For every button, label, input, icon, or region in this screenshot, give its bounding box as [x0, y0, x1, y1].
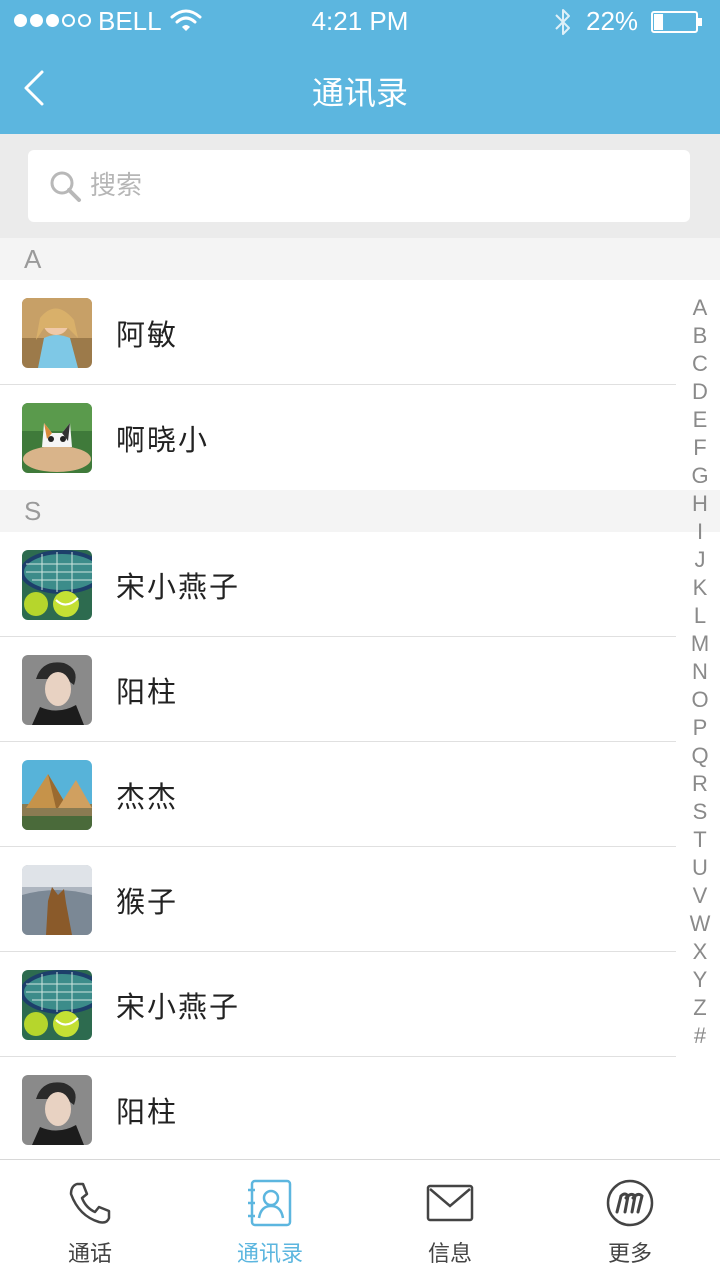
tab-messages[interactable]: 信息	[360, 1160, 540, 1280]
contact-list[interactable]: A 阿敏 啊晓小 S 宋小燕子 阳柱 杰杰 猴子 宋小燕子 阳柱	[0, 238, 720, 1160]
search-box[interactable]	[28, 150, 690, 222]
status-bar: BELL 4:21 PM 22%	[0, 0, 720, 44]
index-letter[interactable]: O	[691, 686, 708, 714]
contact-row[interactable]: 阿敏	[0, 280, 720, 385]
contact-row[interactable]: 啊晓小	[0, 385, 720, 490]
contact-row[interactable]: 阳柱	[0, 637, 720, 742]
kitten-photo-icon	[22, 402, 92, 473]
index-letter[interactable]: V	[693, 882, 708, 910]
tab-calls[interactable]: 通话	[0, 1160, 180, 1280]
tab-label: 通讯录	[236, 1242, 303, 1267]
index-letter[interactable]: F	[693, 434, 706, 462]
index-letter[interactable]: I	[697, 518, 703, 546]
portrait-photo-icon	[22, 1074, 92, 1145]
avatar	[22, 969, 92, 1040]
contact-row[interactable]: 宋小燕子	[0, 532, 720, 637]
index-letter[interactable]: N	[692, 658, 708, 686]
contact-row[interactable]: 阳柱	[0, 1057, 720, 1160]
contact-row[interactable]: 猴子	[0, 847, 720, 952]
index-letter[interactable]: A	[693, 294, 708, 322]
tab-more[interactable]: 更多	[540, 1160, 720, 1280]
avatar	[22, 297, 92, 368]
contacts-icon	[248, 1179, 292, 1227]
search-input[interactable]	[90, 156, 650, 216]
index-letter[interactable]: W	[690, 910, 711, 938]
index-letter[interactable]: C	[692, 350, 708, 378]
cat-photo-icon	[22, 864, 92, 935]
contact-name: 宋小燕子	[116, 989, 241, 1024]
portrait-photo-icon	[22, 654, 92, 725]
contact-row[interactable]: 杰杰	[0, 742, 720, 847]
alphabet-index[interactable]: A B C D E F G H I J K L M N O P Q R S T U V W X Y Z #	[684, 294, 716, 1050]
index-letter[interactable]: Z	[693, 994, 706, 1022]
nav-bar: 通讯录	[0, 44, 720, 134]
tab-label: 更多	[607, 1242, 652, 1267]
envelope-icon	[426, 1184, 474, 1222]
header: BELL 4:21 PM 22% 通讯录	[0, 0, 720, 134]
contact-name: 啊晓小	[116, 422, 210, 457]
avatar	[22, 654, 92, 725]
more-m-icon	[606, 1179, 654, 1227]
index-letter[interactable]: J	[695, 546, 706, 574]
index-letter[interactable]: G	[691, 462, 708, 490]
index-letter[interactable]: T	[693, 826, 706, 854]
index-letter[interactable]: L	[694, 602, 706, 630]
tab-label: 通话	[67, 1242, 112, 1267]
page-title: 通讯录	[311, 74, 408, 112]
section-header-a: A	[0, 238, 720, 280]
index-letter[interactable]: P	[693, 714, 708, 742]
pyramids-photo-icon	[22, 759, 92, 830]
index-letter[interactable]: M	[691, 630, 709, 658]
contact-name: 宋小燕子	[116, 569, 241, 604]
index-letter[interactable]: B	[693, 322, 708, 350]
search-icon	[50, 171, 81, 202]
contact-name: 阳柱	[116, 1094, 179, 1129]
contact-name: 猴子	[116, 884, 179, 919]
index-letter[interactable]: D	[692, 378, 708, 406]
contact-name: 杰杰	[116, 779, 179, 814]
index-letter[interactable]: Y	[693, 966, 708, 994]
avatar	[22, 1074, 92, 1145]
contact-row[interactable]: 宋小燕子	[0, 952, 720, 1057]
search-area	[0, 134, 720, 238]
index-letter[interactable]: Q	[691, 742, 708, 770]
battery-icon	[651, 11, 702, 33]
phone-icon	[69, 1182, 111, 1224]
avatar	[22, 759, 92, 830]
contact-name: 阳柱	[116, 674, 179, 709]
index-letter[interactable]: R	[692, 770, 708, 798]
tennis-photo-icon	[22, 969, 92, 1040]
tennis-photo-icon	[22, 549, 92, 620]
battery-percent: 22%	[586, 6, 639, 36]
index-letter[interactable]: K	[693, 574, 708, 602]
index-letter[interactable]: E	[693, 406, 708, 434]
index-letter[interactable]: S	[693, 798, 708, 826]
avatar	[22, 549, 92, 620]
index-letter[interactable]: U	[692, 854, 708, 882]
bluetooth-icon	[555, 9, 570, 35]
girl-photo-icon	[22, 297, 92, 368]
avatar	[22, 402, 92, 473]
tab-contacts[interactable]: 通讯录	[180, 1160, 360, 1280]
index-letter[interactable]: #	[694, 1022, 706, 1050]
index-letter[interactable]: X	[693, 938, 708, 966]
tab-bar: 通话 通讯录 信息 更多	[0, 1159, 720, 1280]
tab-label: 信息	[427, 1242, 472, 1267]
section-header-s: S	[0, 490, 720, 532]
contact-name: 阿敏	[116, 317, 179, 352]
index-letter[interactable]: H	[692, 490, 708, 518]
avatar	[22, 864, 92, 935]
